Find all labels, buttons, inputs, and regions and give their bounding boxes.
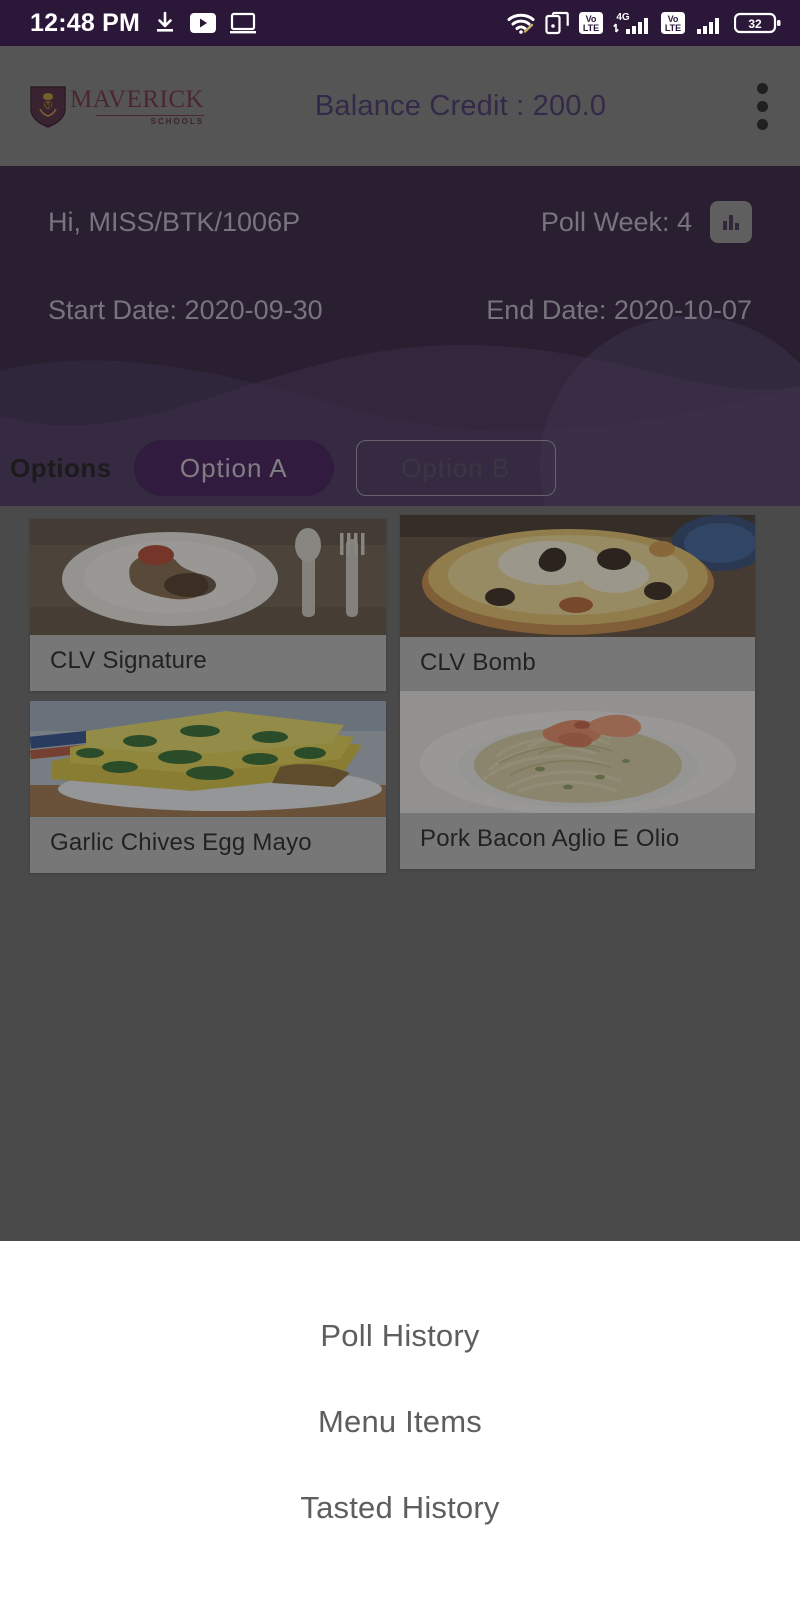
- option-a-button[interactable]: Option A: [133, 440, 334, 496]
- menu-card[interactable]: CLV Signature: [30, 519, 386, 691]
- svg-text:4G: 4G: [616, 12, 630, 23]
- poll-week-label: Poll Week: 4: [540, 206, 692, 237]
- poll-info-row-top: Hi, MISS/BTK/1006P Poll Week: 4: [0, 194, 800, 250]
- wifi-icon: [506, 11, 536, 35]
- signal-icon-2: [695, 10, 725, 36]
- menu-card[interactable]: Garlic Chives Egg Mayo: [30, 701, 386, 873]
- bar-chart-icon[interactable]: [710, 201, 752, 243]
- battery-icon: 32: [734, 10, 782, 36]
- poll-week-group: Poll Week: 4: [541, 201, 752, 243]
- clock-label: 12:48 PM: [30, 8, 140, 37]
- status-bar: 12:48 PM Vo LTE 4G Vo LTE 32: [0, 0, 800, 46]
- status-bar-left: 12:48 PM: [30, 9, 256, 38]
- menu-card-title: Garlic Chives Egg Mayo: [50, 829, 312, 856]
- start-date-label: Start Date: 2020-09-30: [48, 294, 323, 325]
- clv-signature-image: [30, 519, 386, 635]
- menu-card-title: CLV Bomb: [420, 649, 536, 676]
- end-date-label: End Date: 2020-10-07: [486, 294, 752, 325]
- bottom-sheet-menu: Poll History Menu Items Tasted History: [0, 1241, 800, 1600]
- menu-card[interactable]: CLV Bomb: [400, 515, 755, 693]
- garlic-chives-egg-mayo-image: [30, 701, 386, 817]
- youtube-icon: [190, 13, 216, 33]
- menu-card-grid: CLV Signature CLV Bomb Garlic Chives Egg…: [0, 505, 800, 935]
- menu-card-title: Pork Bacon Aglio E Olio: [420, 825, 680, 852]
- app-bar: M MAVERICK SCHOOLS Balance Credit : 200.…: [0, 46, 800, 166]
- kebab-dot-1: [757, 82, 768, 94]
- cast-screen-icon: [545, 11, 569, 35]
- battery-level-label: 32: [748, 17, 762, 31]
- sheet-item-poll-history[interactable]: Poll History: [0, 1293, 800, 1379]
- balance-credit-label: Balance Credit : 200.0: [314, 89, 607, 122]
- option-b-button[interactable]: Option B: [355, 440, 556, 496]
- volte-icon: Vo LTE: [578, 10, 604, 36]
- sheet-item-tasted-history[interactable]: Tasted History: [0, 1465, 800, 1551]
- svg-text:LTE: LTE: [583, 23, 599, 33]
- download-icon: [154, 11, 176, 35]
- pork-bacon-aglio-e-olio-image: [400, 691, 755, 813]
- menu-card-title: CLV Signature: [50, 647, 207, 674]
- screen-cast-icon: [230, 12, 256, 34]
- svg-text:M: M: [44, 101, 52, 110]
- status-bar-right: Vo LTE 4G Vo LTE 32: [506, 10, 782, 36]
- options-label: Options: [10, 452, 112, 483]
- greeting-label: Hi, MISS/BTK/1006P: [48, 206, 301, 237]
- poll-info-row-bottom: Start Date: 2020-09-30 End Date: 2020-10…: [0, 282, 800, 338]
- volte-icon-2: Vo LTE: [660, 10, 686, 36]
- kebab-menu-icon[interactable]: [747, 77, 778, 136]
- menu-card[interactable]: Pork Bacon Aglio E Olio: [400, 691, 755, 869]
- clv-bomb-image: [400, 515, 755, 637]
- svg-text:LTE: LTE: [665, 23, 681, 33]
- signal-4g-icon: 4G: [613, 10, 651, 36]
- kebab-dot-2: [757, 100, 768, 112]
- options-row: Options Option A Option B: [0, 432, 800, 504]
- kebab-dot-3: [757, 118, 768, 130]
- sheet-item-menu-items[interactable]: Menu Items: [0, 1379, 800, 1465]
- shield-crest-icon: M: [28, 84, 68, 128]
